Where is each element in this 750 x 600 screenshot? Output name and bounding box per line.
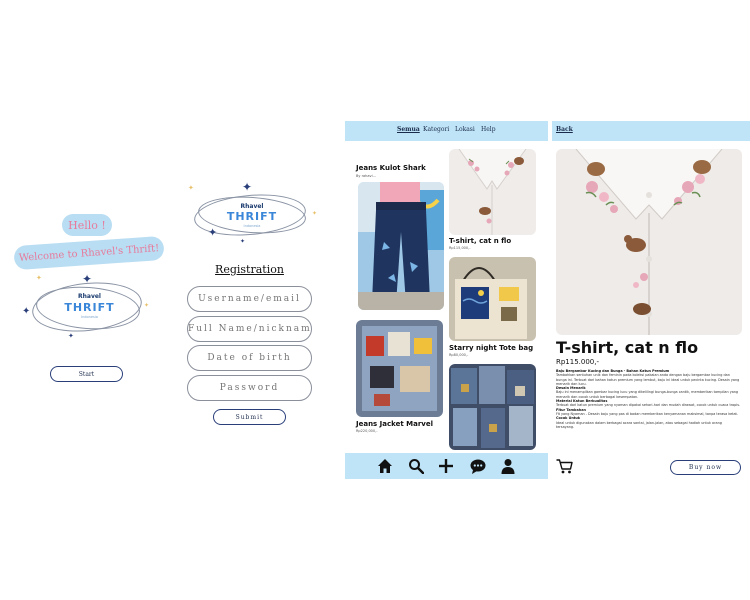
description-paragraph: Fit yang Nyaman - Desain baju yang pas d…: [556, 411, 738, 416]
product-image: [449, 257, 536, 341]
date-of-birth-input[interactable]: [187, 345, 312, 371]
product-title: T-shirt, cat n flo: [449, 237, 512, 245]
description-paragraph: Tambahkan sentuhan unik dan feminin pada…: [556, 373, 740, 386]
product-title: Jeans Kulot Shark: [356, 164, 426, 172]
welcome-banner: Welcome to Rhavel's Thrift!: [13, 235, 165, 271]
tab-help[interactable]: Help: [481, 126, 496, 133]
sparkle-icon: ✦: [240, 238, 246, 245]
username-email-input[interactable]: [187, 286, 312, 312]
registration-title: Registration: [215, 263, 284, 276]
product-card[interactable]: Jeans Kulot Shark By rahavi...: [356, 162, 444, 312]
product-card[interactable]: Jeans Jacket Marvel Rp220,000,-: [356, 320, 446, 438]
start-button[interactable]: Start: [50, 366, 123, 382]
logo-brand-sub: Indonesia: [243, 224, 261, 228]
logo-brand-text: Rhavel: [240, 203, 264, 210]
logo-brand-main: THRIFT: [64, 301, 115, 314]
product-image: [449, 149, 536, 235]
product-image: [356, 320, 443, 417]
product-image: [358, 182, 444, 310]
buy-now-button[interactable]: Buy now: [670, 460, 741, 475]
product-title: Jeans Jacket Marvel: [356, 420, 433, 428]
profile-icon[interactable]: [500, 458, 516, 474]
tab-kategori[interactable]: Kategori: [423, 126, 449, 133]
sparkle-icon: ✦: [208, 226, 218, 239]
sparkle-icon: ✦: [312, 210, 318, 217]
detail-top-nav: Back: [552, 121, 750, 141]
detail-product-image: [556, 149, 742, 335]
detail-product-title: T-shirt, cat n flo: [556, 338, 699, 357]
welcome-logo: Rhavel THRIFT Indonesia ✦ ✦ ✦ ✦ ✦: [22, 273, 157, 348]
logo-brand-main: THRIFT: [226, 210, 278, 223]
submit-button[interactable]: Submit: [213, 409, 286, 425]
logo-brand-sub: Indonesia: [81, 315, 98, 319]
product-subtitle: By rahavi...: [356, 174, 376, 178]
product-subtitle: Rp220,000,-: [356, 429, 378, 433]
fullname-input[interactable]: [187, 316, 312, 342]
product-card[interactable]: Starry night Tote bag Rp80,000,-: [449, 257, 544, 357]
product-subtitle: Rp115,000,-: [449, 246, 471, 250]
product-subtitle: Rp80,000,-: [449, 353, 469, 357]
bottom-navigation: [345, 453, 548, 479]
product-card[interactable]: T-shirt, cat n flo Rp115,000,-: [449, 149, 537, 250]
product-image[interactable]: [449, 364, 536, 450]
password-input[interactable]: [187, 375, 312, 401]
product-title: Starry night Tote bag: [449, 344, 534, 352]
description-heading: Cocok Untuk: [556, 416, 581, 421]
catalog-top-nav: Semua Kategori Lokasi Help: [345, 121, 548, 141]
sparkle-icon: ✦: [22, 306, 31, 317]
sparkle-icon: ✦: [36, 274, 42, 282]
sparkle-icon: ✦: [242, 180, 253, 194]
chat-icon[interactable]: [470, 458, 486, 474]
sparkle-icon: ✦: [68, 332, 74, 340]
tab-semua[interactable]: Semua: [397, 126, 420, 133]
description-paragraph: Baju ini menampilkan gambar kucing lucu …: [556, 390, 739, 399]
back-button[interactable]: Back: [556, 126, 573, 133]
product-description: Baju Bergambar Kucing dan Bunga - Bahan …: [556, 369, 741, 451]
cart-icon[interactable]: [556, 459, 573, 474]
sparkle-icon: ✦: [188, 184, 194, 192]
registration-logo: Rhavel THRIFT Indonesia ✦ ✦ ✦ ✦ ✦: [182, 181, 322, 251]
description-paragraph: Ideal untuk digunakan dalam berbagai aca…: [556, 420, 722, 429]
add-icon[interactable]: [438, 458, 454, 474]
sparkle-icon: ✦: [144, 302, 150, 309]
logo-brand-text: Rhavel: [78, 293, 101, 300]
home-icon[interactable]: [377, 458, 393, 474]
detail-product-price: Rp115.000,-: [556, 358, 600, 366]
hello-badge: Hello !: [62, 214, 112, 236]
tab-lokasi[interactable]: Lokasi: [455, 126, 475, 133]
sparkle-icon: ✦: [82, 272, 93, 286]
search-icon[interactable]: [408, 458, 424, 474]
